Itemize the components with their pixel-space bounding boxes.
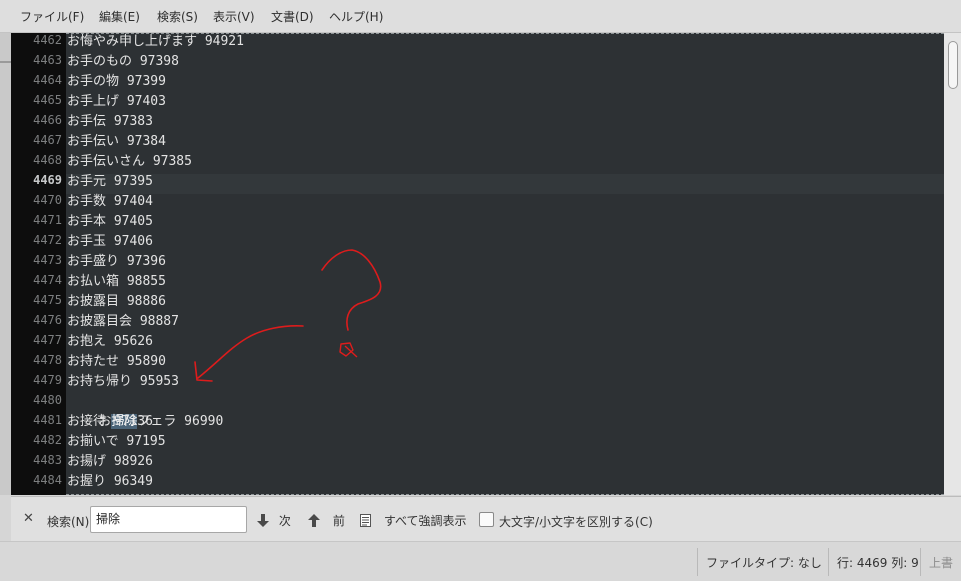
line-number: 4472 (33, 233, 62, 247)
line-number: 4476 (33, 313, 62, 327)
menu-file[interactable]: ファイル(F) (20, 8, 84, 25)
find-bar: ✕ 検索(N) 掃除 次 前 すべて強調表示 大文字/小文字を区別する(C) (11, 496, 961, 541)
text-line[interactable]: お接待 97136 (67, 412, 153, 432)
line-number: 4475 (33, 293, 62, 307)
text-line[interactable]: お手の物 97399 (67, 72, 166, 92)
close-icon[interactable]: ✕ (23, 511, 34, 526)
text-line[interactable]: お手のもの 97398 (67, 52, 179, 72)
vertical-scrollbar[interactable] (944, 33, 961, 495)
line-number: 4482 (33, 433, 62, 447)
menu-bar: ファイル(F) 編集(E) 検索(S) 表示(V) 文書(D) ヘルプ(H) (0, 0, 961, 33)
line-number: 4465 (33, 93, 62, 107)
text-line[interactable]: お手伝 97383 (67, 112, 153, 132)
arrow-down-icon (257, 514, 269, 527)
arrow-up-icon (308, 514, 320, 527)
search-label: 検索(N) (47, 515, 90, 529)
line-number: 4479 (33, 373, 62, 387)
match-case-checkbox[interactable] (479, 512, 494, 527)
text-line[interactable]: お手盛り 97396 (67, 252, 166, 272)
line-number: 4473 (33, 253, 62, 267)
line-number: 4463 (33, 53, 62, 67)
menu-edit[interactable]: 編集(E) (99, 8, 140, 25)
next-label: 次 (278, 514, 291, 528)
filetype-status: ファイルタイプ: なし (706, 556, 822, 570)
menu-view[interactable]: 表示(V) (213, 8, 255, 25)
line-number: 4467 (33, 133, 62, 147)
line-number: 4464 (33, 73, 62, 87)
current-text-line[interactable]: お手元 97395 (67, 172, 153, 192)
menu-help[interactable]: ヘルプ(H) (329, 8, 383, 25)
document-icon (360, 514, 371, 527)
current-line-highlight (66, 174, 944, 194)
highlight-all-label: すべて強調表示 (383, 514, 467, 528)
line-number: 4480 (33, 393, 62, 407)
match-case-label[interactable]: 大文字/小文字を区別する(C) (499, 513, 653, 530)
line-number: 4478 (33, 353, 62, 367)
line-number: 4468 (33, 153, 62, 167)
line-number: 4474 (33, 273, 62, 287)
text-line[interactable]: お披露目 98886 (67, 292, 166, 312)
text-line[interactable]: お手伝いさん 97385 (67, 152, 192, 172)
previous-button[interactable]: 前 (308, 512, 345, 529)
scrollbar-thumb[interactable] (948, 41, 958, 89)
line-number: 4466 (33, 113, 62, 127)
text-line[interactable]: お持ち帰り 95953 (67, 372, 179, 392)
line-number: 4477 (33, 333, 62, 347)
line-number: 4462 (33, 33, 62, 47)
line-number: 4484 (33, 473, 62, 487)
text-line[interactable]: お悔やみ申し上げます 94921 (67, 33, 244, 52)
highlight-all-button[interactable]: すべて強調表示 (360, 512, 467, 529)
next-button[interactable]: 次 (257, 512, 291, 529)
left-panel-edge (0, 33, 11, 495)
line-number: 4471 (33, 213, 62, 227)
text-line[interactable]: お披露目会 98887 (67, 312, 179, 332)
search-match-line[interactable]: お掃除フェラ 96990 (67, 392, 223, 429)
text-line[interactable]: お払い箱 98855 (67, 272, 166, 292)
text-line[interactable]: お手玉 97406 (67, 232, 153, 252)
cursor-position-status: 行: 4469 列: 9 (837, 556, 919, 570)
text-editor[interactable]: お悔やみ申し上げます 94921 お手のもの 97398 お手の物 97399 … (66, 33, 944, 495)
menu-document[interactable]: 文書(D) (271, 8, 314, 25)
text-line[interactable]: お手数 97404 (67, 192, 153, 212)
text-line[interactable]: お握り 96349 (67, 472, 153, 492)
line-number: 4481 (33, 413, 62, 427)
previous-label: 前 (332, 514, 345, 528)
menu-search[interactable]: 検索(S) (157, 8, 198, 25)
overwrite-mode-status: 上書 (929, 556, 954, 570)
line-number: 4470 (33, 193, 62, 207)
status-bar: ファイルタイプ: なし 行: 4469 列: 9 上書 (0, 541, 961, 581)
text-line[interactable]: お抱え 95626 (67, 332, 153, 352)
search-input[interactable]: 掃除 (90, 506, 247, 533)
line-number-gutter: 4462 4463 4464 4465 4466 4467 4468 4469 … (11, 33, 66, 495)
text-line[interactable]: お手上げ 97403 (67, 92, 166, 112)
text-line[interactable]: お手伝い 97384 (67, 132, 166, 152)
line-number: 4483 (33, 453, 62, 467)
text-line[interactable]: お揚げ 98926 (67, 452, 153, 472)
text-line[interactable]: お手本 97405 (67, 212, 153, 232)
current-line-number: 4469 (33, 173, 62, 187)
text-line[interactable]: お揃いで 97195 (67, 432, 166, 452)
text-line[interactable]: お持たせ 95890 (67, 352, 166, 372)
